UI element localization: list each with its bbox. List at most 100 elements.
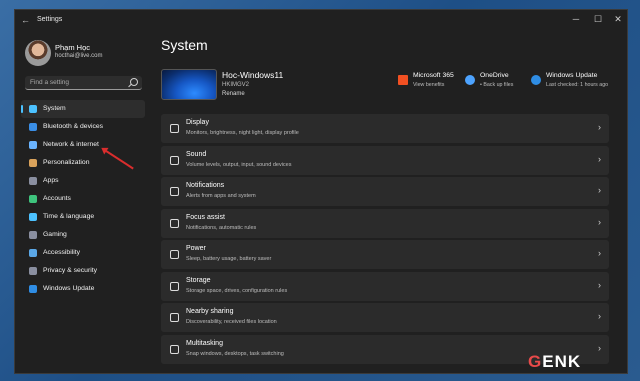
sidebar-item-icon	[29, 105, 37, 113]
sidebar-item-gaming[interactable]: Gaming	[21, 226, 145, 244]
quick-link-title: Microsoft 365	[413, 72, 454, 79]
chevron-right-icon: ›	[598, 279, 601, 290]
search-input[interactable]: Find a setting	[25, 76, 142, 90]
user-email: hocthai@live.com	[55, 53, 103, 59]
quick-link-subtitle: • Back up files	[480, 82, 514, 88]
avatar[interactable]	[25, 40, 51, 66]
card-title: Power	[186, 245, 206, 252]
sidebar-item-label: Time & language	[43, 213, 95, 220]
sidebar-item-network-internet[interactable]: Network & internet	[21, 136, 145, 154]
sidebar-item-label: Personalization	[43, 159, 90, 166]
settings-window: ← Settings ─ ☐ ✕ Phạm Học hocthai@live.c…	[14, 9, 628, 374]
settings-card-sound[interactable]: Sound Volume levels, output, input, sound…	[161, 145, 609, 175]
sidebar-item-bluetooth-devices[interactable]: Bluetooth & devices	[21, 118, 145, 136]
power-icon	[170, 250, 179, 259]
app-title: Settings	[37, 16, 63, 23]
onedrive-icon	[465, 75, 475, 85]
minimize-button[interactable]: ─	[565, 14, 587, 24]
chevron-right-icon: ›	[598, 342, 601, 353]
storage-icon	[170, 281, 179, 291]
chevron-right-icon: ›	[598, 216, 601, 227]
sidebar-item-icon	[29, 141, 37, 149]
sidebar-item-label: Privacy & security	[43, 267, 98, 274]
sidebar-item-time-language[interactable]: Time & language	[21, 208, 145, 226]
sidebar-item-label: Accounts	[43, 195, 71, 202]
sidebar-item-privacy-security[interactable]: Privacy & security	[21, 262, 145, 280]
sidebar-item-windows-update[interactable]: Windows Update	[21, 280, 145, 298]
sidebar-item-icon	[29, 213, 37, 221]
display-icon	[170, 124, 179, 133]
quick-link-title: Windows Update	[546, 72, 598, 79]
search-placeholder: Find a setting	[30, 79, 70, 86]
settings-card-display[interactable]: Display Monitors, brightness, night light…	[161, 114, 609, 143]
quick-link-subtitle: View benefits	[413, 82, 445, 88]
card-subtitle: Monitors, brightness, night light, displ…	[186, 130, 299, 136]
chevron-right-icon: ›	[598, 185, 601, 195]
sidebar-item-icon	[29, 285, 37, 293]
sidebar-item-system[interactable]: System	[21, 100, 145, 118]
sidebar-item-label: Gaming	[43, 231, 67, 238]
card-title: Sound	[186, 150, 207, 158]
sidebar-item-label: Bluetooth & devices	[43, 123, 104, 130]
settings-card-storage[interactable]: Storage Storage space, drives, configurat…	[161, 271, 609, 301]
sidebar-item-label: Accessibility	[43, 249, 81, 256]
sidebar-item-icon	[29, 249, 37, 257]
quick-link-subtitle: Last checked: 1 hours ago	[546, 82, 609, 88]
settings-card-list: Display Monitors, brightness, night light…	[161, 114, 609, 366]
settings-card-power[interactable]: Power Sleep, battery usage, battery saver…	[161, 240, 609, 269]
title-bar: ← Settings ─ ☐ ✕	[15, 10, 627, 32]
chevron-right-icon: ›	[598, 248, 601, 258]
genk-logo: GENK	[528, 352, 582, 371]
sidebar-item-label: Network & internet	[43, 141, 99, 148]
settings-card-notifications[interactable]: Notifications Alerts from apps and system…	[161, 177, 609, 206]
sidebar-item-icon	[29, 195, 37, 203]
close-button[interactable]: ✕	[607, 14, 627, 25]
sidebar-item-icon	[29, 159, 37, 167]
sidebar-nav: System Bluetooth & devices Network & inter…	[21, 100, 145, 298]
card-subtitle: Volume levels, output, input, sound devi…	[186, 161, 292, 168]
card-title: Display	[186, 119, 209, 126]
user-name: Phạm Học	[55, 43, 91, 52]
sidebar-item-label: Windows Update	[43, 285, 95, 292]
page-title: System	[161, 37, 208, 53]
focus-assist-icon	[170, 218, 179, 228]
notifications-icon	[170, 187, 179, 196]
search-icon[interactable]	[130, 78, 138, 86]
sidebar-item-apps[interactable]: Apps	[21, 172, 145, 190]
card-title: Notifications	[186, 182, 225, 189]
back-button[interactable]: ←	[21, 15, 30, 25]
card-title: Storage	[186, 276, 211, 284]
device-name: Hoc-Windows11	[222, 70, 284, 80]
card-subtitle: Sleep, battery usage, battery saver	[186, 256, 272, 262]
card-title: Nearby sharing	[186, 308, 234, 315]
card-subtitle: Snap windows, desktops, task switching	[186, 350, 284, 357]
sidebar-item-accounts[interactable]: Accounts	[21, 190, 145, 208]
maximize-button[interactable]: ☐	[587, 14, 609, 25]
sidebar-item-icon	[29, 177, 37, 185]
device-model: HKIMGV2	[222, 82, 250, 88]
sidebar-item-label: System	[43, 105, 66, 112]
settings-card-nearby-sharing[interactable]: Nearby sharing Discoverability, received …	[161, 303, 609, 332]
card-subtitle: Storage space, drives, configuration rul…	[186, 287, 288, 294]
device-thumbnail	[161, 69, 217, 100]
card-subtitle: Notifications, automatic rules	[186, 224, 257, 231]
chevron-right-icon: ›	[598, 122, 601, 132]
sidebar-item-icon	[29, 231, 37, 239]
sidebar-item-accessibility[interactable]: Accessibility	[21, 244, 145, 262]
windows-update-icon	[531, 75, 541, 85]
sound-icon	[170, 155, 179, 165]
sidebar-item-icon	[29, 267, 37, 275]
multitasking-icon	[170, 344, 179, 354]
chevron-right-icon: ›	[598, 311, 601, 321]
microsoft-365-icon	[398, 75, 408, 85]
card-title: Multitasking	[186, 339, 223, 347]
settings-card-focus-assist[interactable]: Focus assist Notifications, automatic rul…	[161, 208, 609, 238]
sidebar-item-icon	[29, 123, 37, 131]
nearby-sharing-icon	[170, 313, 179, 322]
card-subtitle: Alerts from apps and system	[186, 193, 256, 199]
quick-link-title: OneDrive	[480, 72, 509, 79]
sidebar-item-label: Apps	[43, 177, 59, 184]
card-title: Focus assist	[186, 213, 225, 221]
card-subtitle: Discoverability, received files location	[186, 319, 277, 325]
rename-link[interactable]: Rename	[222, 91, 245, 97]
